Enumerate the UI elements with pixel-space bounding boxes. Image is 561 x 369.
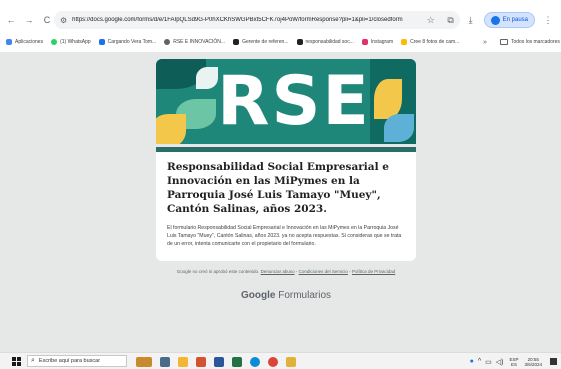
reload-icon[interactable]: C — [40, 13, 54, 27]
excel-icon[interactable] — [232, 356, 242, 367]
closed-form-message: El formulario Responsabilidad Social Emp… — [167, 225, 402, 247]
report-abuse-link[interactable]: Denunciar abuso — [261, 269, 295, 274]
bookmarks-overflow-icon[interactable]: » — [483, 39, 487, 46]
menu-kebab-icon[interactable]: ⋮ — [541, 13, 555, 27]
avatar — [490, 15, 500, 25]
powerpoint-icon[interactable] — [196, 356, 206, 367]
bookmark-item[interactable]: RSE E INNOVACIÓN... — [164, 39, 225, 45]
decorative-leaf — [374, 79, 402, 119]
google-forms-logo[interactable]: Google Formularios — [156, 290, 416, 301]
notifications-icon[interactable] — [550, 358, 557, 365]
file-explorer-icon[interactable] — [178, 356, 188, 367]
windows-taskbar: ⌕ Escribe aquí para buscar ● ^ ▭ ◁) ESP … — [0, 352, 561, 369]
site-favicon-icon — [401, 39, 408, 45]
whatsapp-icon — [51, 39, 58, 45]
word-icon[interactable] — [214, 356, 224, 367]
bookmark-item[interactable]: Gerente de referen... — [233, 39, 289, 45]
site-info-icon[interactable]: ⚙ — [60, 16, 67, 25]
taskbar-search[interactable]: ⌕ Escribe aquí para buscar — [27, 355, 127, 367]
profile-button[interactable]: En pausa — [483, 12, 535, 28]
toolbar-right: ☆ ⧉ ⤓ En pausa ⋮ — [424, 10, 561, 30]
address-bar[interactable]: ⚙ https://docs.google.com/forms/d/e/1FAI… — [54, 11, 460, 29]
terms-link[interactable]: Condiciones del Servicio — [299, 269, 348, 274]
decorative-leaf — [384, 114, 414, 142]
form-header-banner: RSE — [156, 59, 416, 144]
task-view-icon[interactable] — [160, 356, 170, 367]
bookmark-item[interactable]: responsabilidad soc... — [296, 39, 354, 45]
decorative-leaf — [156, 114, 186, 144]
network-icon[interactable]: ▭ — [485, 358, 492, 366]
bookmarks-bar: Aplicaciones (1) WhatsApp Cargando Vera … — [0, 34, 561, 50]
folder-app-icon[interactable] — [286, 356, 296, 367]
windows-start-icon[interactable] — [12, 356, 21, 366]
search-placeholder: Escribe aquí para buscar — [38, 358, 101, 364]
downloads-icon[interactable]: ⤓ — [464, 13, 478, 27]
taskbar-apps — [136, 355, 304, 368]
bookmark-item[interactable]: Cree 8 fotos de cam... — [401, 39, 459, 45]
folder-icon — [500, 39, 508, 45]
bookmark-item[interactable]: (1) WhatsApp — [51, 39, 91, 45]
back-icon[interactable]: ← — [4, 13, 18, 27]
apps-grid-icon — [6, 39, 12, 45]
edge-icon[interactable] — [250, 356, 260, 367]
chevron-up-icon[interactable]: ^ — [478, 358, 481, 365]
language-indicator[interactable]: ESP ES — [509, 357, 518, 367]
instagram-icon — [361, 39, 368, 45]
form-card: Responsabilidad Social Empresarial e Inn… — [156, 147, 416, 261]
weather-icon[interactable]: ● — [470, 358, 474, 365]
volume-icon[interactable]: ◁) — [496, 358, 504, 366]
site-favicon-icon — [164, 39, 171, 45]
form-title: Responsabilidad Social Empresarial e Inn… — [167, 161, 389, 215]
bookmark-item[interactable]: Aplicaciones — [6, 39, 43, 45]
form-page: RSE Responsabilidad Social Empresarial e… — [0, 52, 561, 352]
forward-icon[interactable]: → — [22, 13, 36, 27]
system-tray: ● ^ ▭ ◁) ESP ES 20:55 3/6/2024 — [466, 354, 557, 369]
clock[interactable]: 20:55 3/6/2024 — [524, 357, 542, 367]
bookmark-item[interactable]: Instagram — [361, 39, 393, 45]
bookmark-item[interactable]: Cargando Vera Tom... — [98, 39, 156, 45]
site-favicon-icon — [296, 39, 303, 45]
site-favicon-icon — [233, 39, 240, 45]
url-text[interactable]: https://docs.google.com/forms/d/e/1FAIpQ… — [72, 17, 403, 23]
bookmark-star-icon[interactable]: ☆ — [424, 13, 438, 27]
all-bookmarks-folder[interactable]: Todos los marcadores — [500, 39, 560, 45]
browser-toolbar: ← → C ⚙ https://docs.google.com/forms/d/… — [0, 8, 561, 32]
disclaimer: Google no creó ni aprobó este contenido.… — [176, 269, 396, 274]
site-favicon-icon — [98, 39, 105, 45]
banner-title: RSE — [217, 62, 371, 141]
profile-label: En pausa — [502, 17, 528, 23]
privacy-link[interactable]: Política de Privacidad — [352, 269, 395, 274]
chrome-icon[interactable] — [268, 356, 278, 367]
extensions-icon[interactable]: ⧉ — [444, 13, 458, 27]
news-widget-icon[interactable] — [136, 356, 152, 367]
search-icon: ⌕ — [31, 357, 35, 364]
